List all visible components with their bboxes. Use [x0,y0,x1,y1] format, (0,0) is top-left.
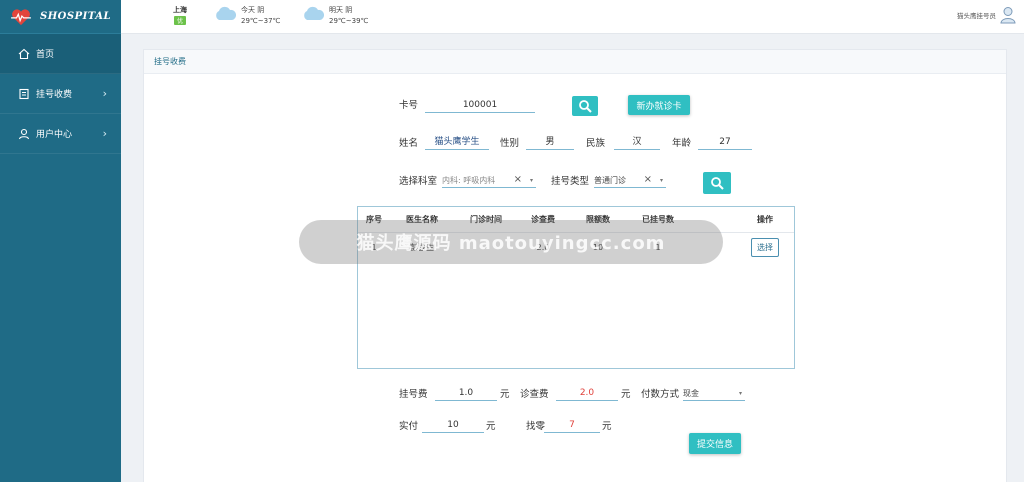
today-temp: 29℃~37℃ [241,17,281,25]
card-number-input[interactable]: 100001 [425,99,535,113]
sidebar-item-register[interactable]: 挂号收费 › [0,74,121,114]
cloud-icon [304,6,325,20]
unit-label: 元 [621,389,631,400]
home-icon [18,48,30,59]
heart-logo-icon [11,8,31,25]
panel-title: 挂号收费 [154,57,186,66]
sidebar-item-label: 挂号收费 [36,90,73,100]
logo-text: SHOSPITAL [40,11,111,22]
sidebar-item-label: 首页 [36,50,55,60]
age-label: 年龄 [672,138,692,149]
exam-fee-field[interactable]: 2.0 [556,387,618,401]
doctor-search-button[interactable] [703,172,731,194]
name-field[interactable]: 猫头鹰学生 [425,136,489,150]
paid-label: 实付 [399,421,419,432]
pay-method-label: 付数方式 [641,389,680,400]
reg-fee-field[interactable]: 1.0 [435,387,497,401]
submit-button[interactable]: 提交信息 [689,433,741,454]
cloud-icon [216,6,237,20]
user-menu[interactable]: 猫头鹰挂号员 [957,6,1016,24]
avatar-icon [1000,7,1016,24]
app-logo[interactable]: SHOSPITAL [0,0,121,34]
search-icon [711,177,724,190]
cell-action: 选择 [736,234,794,260]
col-header-action: 操作 [757,215,773,224]
sidebar-item-label: 用户中心 [36,130,73,140]
city-name: 上海 [173,6,187,14]
chevron-right-icon: › [102,127,107,140]
watermark-overlay: 猫头鹰源码 maotouyingcc.com [299,220,723,264]
search-icon [579,100,592,113]
sidebar-item-home[interactable]: 首页 [0,34,121,74]
weather-tomorrow: 明天 阴 29℃~39℃ [301,5,368,27]
watermark-text: 猫头鹰源码 maotouyingcc.com [356,233,666,254]
today-label: 今天 阴 [241,6,265,14]
pay-method-select[interactable]: 现金 ▾ [683,387,745,401]
paid-field[interactable]: 10 [422,419,484,433]
ethnicity-field[interactable]: 汉 [614,136,660,150]
card-label: 卡号 [399,100,419,111]
unit-label: 元 [486,421,496,432]
new-card-button[interactable]: 新办就诊卡 [628,95,690,115]
weather-city: 上海 优 [173,5,187,26]
chevron-down-icon: ▾ [659,177,663,184]
change-field[interactable]: 7 [544,419,600,433]
unit-label: 元 [602,421,612,432]
dept-select-value: 内科: 呼吸内科 [442,176,496,185]
chevron-down-icon: ▾ [529,177,533,184]
user-icon [18,128,30,139]
register-icon [19,88,29,99]
gender-label: 性别 [500,138,520,149]
exam-fee-label: 诊查费 [520,389,549,400]
air-quality-badge: 优 [173,16,186,25]
tomorrow-label: 明天 阴 [329,6,353,14]
tomorrow-temp: 29℃~39℃ [329,17,369,25]
dept-select[interactable]: 内科: 呼吸内科 × ▾ [442,174,536,188]
sidebar-item-user-center[interactable]: 用户中心 › [0,114,121,154]
reg-type-label: 挂号类型 [551,176,590,187]
reg-type-select-value: 普通门诊 [594,176,626,185]
chevron-down-icon: ▾ [738,390,742,397]
name-label: 姓名 [399,138,419,149]
clear-icon[interactable]: × [514,173,522,186]
user-name: 猫头鹰挂号员 [957,12,996,20]
panel-header: 挂号收费 [144,50,1006,74]
weather-today: 今天 阴 29℃~37℃ [213,5,280,27]
sidebar: SHOSPITAL 首页 挂号收费 › 用户中心 › [0,0,121,482]
dept-label: 选择科室 [399,176,438,187]
reg-fee-label: 挂号费 [399,389,428,400]
register-panel: 挂号收费 卡号 100001 新办就诊卡 姓名 猫头鹰学生 性别 男 民族 汉 … [143,49,1007,482]
card-search-button[interactable] [572,96,598,116]
reg-type-select[interactable]: 普通门诊 × ▾ [594,174,666,188]
clear-icon[interactable]: × [644,173,652,186]
ethnicity-label: 民族 [586,138,606,149]
gender-field[interactable]: 男 [526,136,574,150]
pay-method-select-value: 现金 [683,389,699,398]
top-header: 上海 优 今天 阴 29℃~37℃ 明天 阴 29℃~39℃ 猫头鹰挂号员 [121,0,1024,34]
select-doctor-button[interactable]: 选择 [751,237,779,257]
change-label: 找零 [526,421,546,432]
unit-label: 元 [500,389,510,400]
age-field[interactable]: 27 [698,136,752,150]
chevron-right-icon: › [102,87,107,100]
